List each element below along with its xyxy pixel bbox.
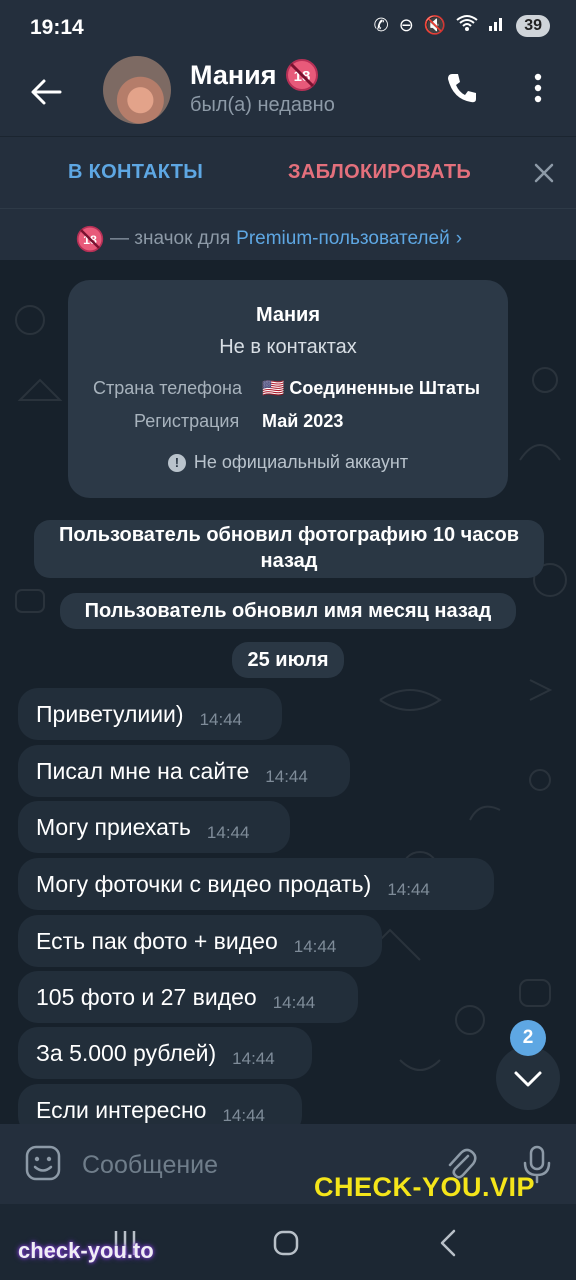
mute-icon: 🔇 — [423, 15, 447, 35]
missed-call-icon: ✆ — [373, 15, 389, 35]
message-time: 14:44 — [206, 823, 250, 842]
message-time: 14:44 — [387, 880, 430, 899]
premium-notice-text: — значок для — [110, 228, 231, 249]
signal-icon — [488, 14, 506, 37]
service-message-text: Пользователь обновил имя месяц назад — [84, 600, 492, 622]
premium-link[interactable]: Premium-пользователей — [236, 228, 450, 250]
message-time: 14:44 — [222, 1106, 265, 1124]
info-card-note-text: Не официальный аккаунт — [193, 452, 409, 472]
info-card-note: ! Не официальный аккаунт — [68, 452, 508, 473]
message-text: За 5.000 рублей) — [36, 1039, 217, 1066]
date-separator: 25 июля — [232, 642, 344, 678]
message-text: Приветулиии) — [36, 700, 184, 727]
phone-country-value: 🇺🇸 Соединенные Штаты — [262, 378, 481, 398]
premium-notice-bar[interactable]: 18 — значок для Premium-пользователей › — [0, 208, 576, 261]
close-icon — [534, 163, 554, 183]
date-separator-text: 25 июля — [247, 649, 329, 671]
premium-notice: 18 — значок для Premium-пользователей › — [76, 225, 462, 253]
unread-count-badge: 2 — [510, 1020, 546, 1056]
watermark-text: CHECK-YOU.VIP — [314, 1172, 536, 1202]
back-arrow-icon — [31, 79, 62, 105]
status-time: 19:14 — [30, 16, 84, 39]
status-icons: ✆ ⊖ 🔇 39 — [374, 14, 550, 37]
info-card-status: Не в контактах — [219, 336, 357, 358]
chat-header: Мания 18 был(а) недавно — [0, 56, 576, 136]
nav-home-button[interactable] — [272, 1228, 300, 1258]
block-user-button[interactable]: ЗАБЛОКИРОВАТЬ — [288, 161, 471, 184]
service-message: Пользователь обновил имя месяц назад — [60, 593, 516, 629]
emoji-icon — [25, 1145, 61, 1181]
chat-subtitle: был(а) недавно — [190, 94, 335, 116]
message-time: 14:44 — [265, 767, 308, 786]
info-card-name: Мания — [255, 304, 321, 326]
nav-back-icon — [440, 1229, 456, 1257]
battery-indicator: 39 — [516, 14, 550, 37]
message-text: Писал мне на сайте — [36, 757, 250, 784]
avatar[interactable] — [103, 56, 171, 124]
service-message-text: Пользователь обновил фотографию 10 часов… — [58, 524, 520, 572]
close-action-bar-button[interactable] — [530, 159, 558, 187]
contact-action-bar: В КОНТАКТЫ ЗАБЛОКИРОВАТЬ — [0, 136, 576, 209]
back-button[interactable] — [26, 72, 66, 112]
wifi-icon — [456, 14, 478, 37]
premium-18-icon: 18 — [76, 225, 104, 253]
registration-label: Регистрация — [134, 411, 240, 431]
message-time: 14:44 — [232, 1049, 275, 1068]
message-text: Есть пак фото + видео — [36, 927, 278, 954]
message-bubble[interactable]: 105 фото и 27 видео 14:44 — [18, 971, 358, 1023]
service-message: Пользователь обновил фотографию 10 часов… — [34, 520, 544, 578]
message-text: 105 фото и 27 видео — [36, 983, 257, 1010]
premium-18-icon: 18 — [285, 59, 318, 91]
message-bubble[interactable]: Писал мне на сайте 14:44 — [18, 745, 350, 797]
user-info-card: Мания Не в контактах Страна телефона 🇺🇸 … — [68, 280, 508, 498]
status-bar: 19:14 ✆ ⊖ 🔇 39 — [0, 0, 576, 56]
message-time: 14:44 — [199, 710, 243, 729]
message-bubble[interactable]: Если интересно 14:44 — [18, 1084, 302, 1124]
message-text: Если интересно — [36, 1096, 207, 1123]
chat-title-row[interactable]: Мания 18 — [190, 58, 319, 92]
emoji-button[interactable] — [24, 1144, 62, 1182]
message-time: 14:44 — [272, 993, 316, 1012]
message-bubble[interactable]: За 5.000 рублей) 14:44 — [18, 1027, 312, 1079]
message-time: 14:44 — [293, 937, 337, 956]
message-bubble[interactable]: Могу приехать 14:44 — [18, 801, 290, 853]
nav-back-button[interactable] — [436, 1228, 460, 1258]
call-button[interactable] — [444, 70, 480, 106]
message-bubble[interactable]: Приветулиии) 14:44 — [18, 688, 282, 740]
chat-title: Мания — [190, 59, 277, 90]
message-bubble[interactable]: Есть пак фото + видео 14:44 — [18, 915, 382, 967]
more-vert-icon — [534, 73, 542, 103]
registration-value: Май 2023 — [262, 411, 344, 431]
message-text: Могу приехать — [36, 813, 191, 840]
watermark-text: check-you.to — [18, 1238, 154, 1263]
chat-area[interactable]: Мания Не в контактах Страна телефона 🇺🇸 … — [0, 260, 576, 1124]
more-button[interactable] — [524, 70, 552, 106]
info-icon: ! — [167, 453, 186, 472]
nav-home-icon — [273, 1230, 299, 1256]
message-bubble[interactable]: Могу фоточки с видео продать) 14:44 — [18, 858, 494, 910]
add-to-contacts-button[interactable]: В КОНТАКТЫ — [68, 161, 203, 184]
dnd-icon: ⊖ — [398, 15, 414, 35]
message-text: Могу фоточки с видео продать) — [36, 870, 372, 897]
call-icon — [448, 74, 476, 103]
phone-country-label: Страна телефона — [93, 378, 242, 398]
chevron-right-icon: › — [455, 228, 463, 249]
